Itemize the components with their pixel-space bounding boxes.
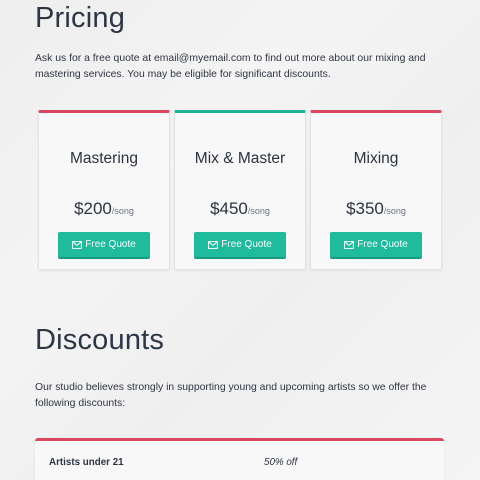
price-amount: $200	[74, 199, 112, 218]
price-unit: /song	[111, 206, 134, 216]
pricing-card-mixing: Mixing $350/song Free Quote	[310, 110, 442, 270]
pricing-card-mix-master: Mix & Master $450/song Free Quote	[174, 110, 306, 270]
envelope-icon	[72, 240, 83, 249]
price-amount: $350	[346, 199, 384, 218]
card-price: $350/song	[311, 199, 441, 219]
discount-value: 50% off	[264, 457, 298, 468]
card-price: $450/song	[175, 199, 305, 219]
page: Pricing Ask us for a free quote at email…	[0, 0, 480, 480]
discount-label: Artists under 21	[49, 457, 124, 468]
button-label: Free Quote	[221, 239, 272, 250]
discounts-table: Artists under 21 50% off	[35, 438, 444, 480]
pricing-intro: Ask us for a free quote at email@myemail…	[35, 53, 426, 80]
free-quote-button[interactable]: Free Quote	[58, 232, 150, 257]
pricing-title: Pricing	[35, 2, 126, 34]
free-quote-button[interactable]: Free Quote	[330, 232, 422, 257]
price-unit: /song	[383, 206, 406, 216]
envelope-icon	[208, 240, 219, 249]
card-title: Mastering	[69, 150, 139, 167]
discounts-title: Discounts	[35, 324, 165, 356]
pricing-card-mastering: Mastering $200/song Free Quote	[38, 110, 170, 270]
button-label: Free Quote	[357, 239, 408, 250]
discounts-intro: Our studio believes strongly in supporti…	[35, 382, 427, 409]
table-row: Artists under 21 50% off	[35, 457, 444, 473]
card-price: $200/song	[39, 199, 169, 219]
envelope-icon	[344, 240, 355, 249]
price-amount: $450	[210, 199, 248, 218]
card-title: Mixing	[353, 150, 399, 167]
free-quote-button[interactable]: Free Quote	[194, 232, 286, 257]
price-unit: /song	[247, 206, 270, 216]
button-label: Free Quote	[85, 239, 136, 250]
card-title: Mix & Master	[194, 150, 286, 167]
